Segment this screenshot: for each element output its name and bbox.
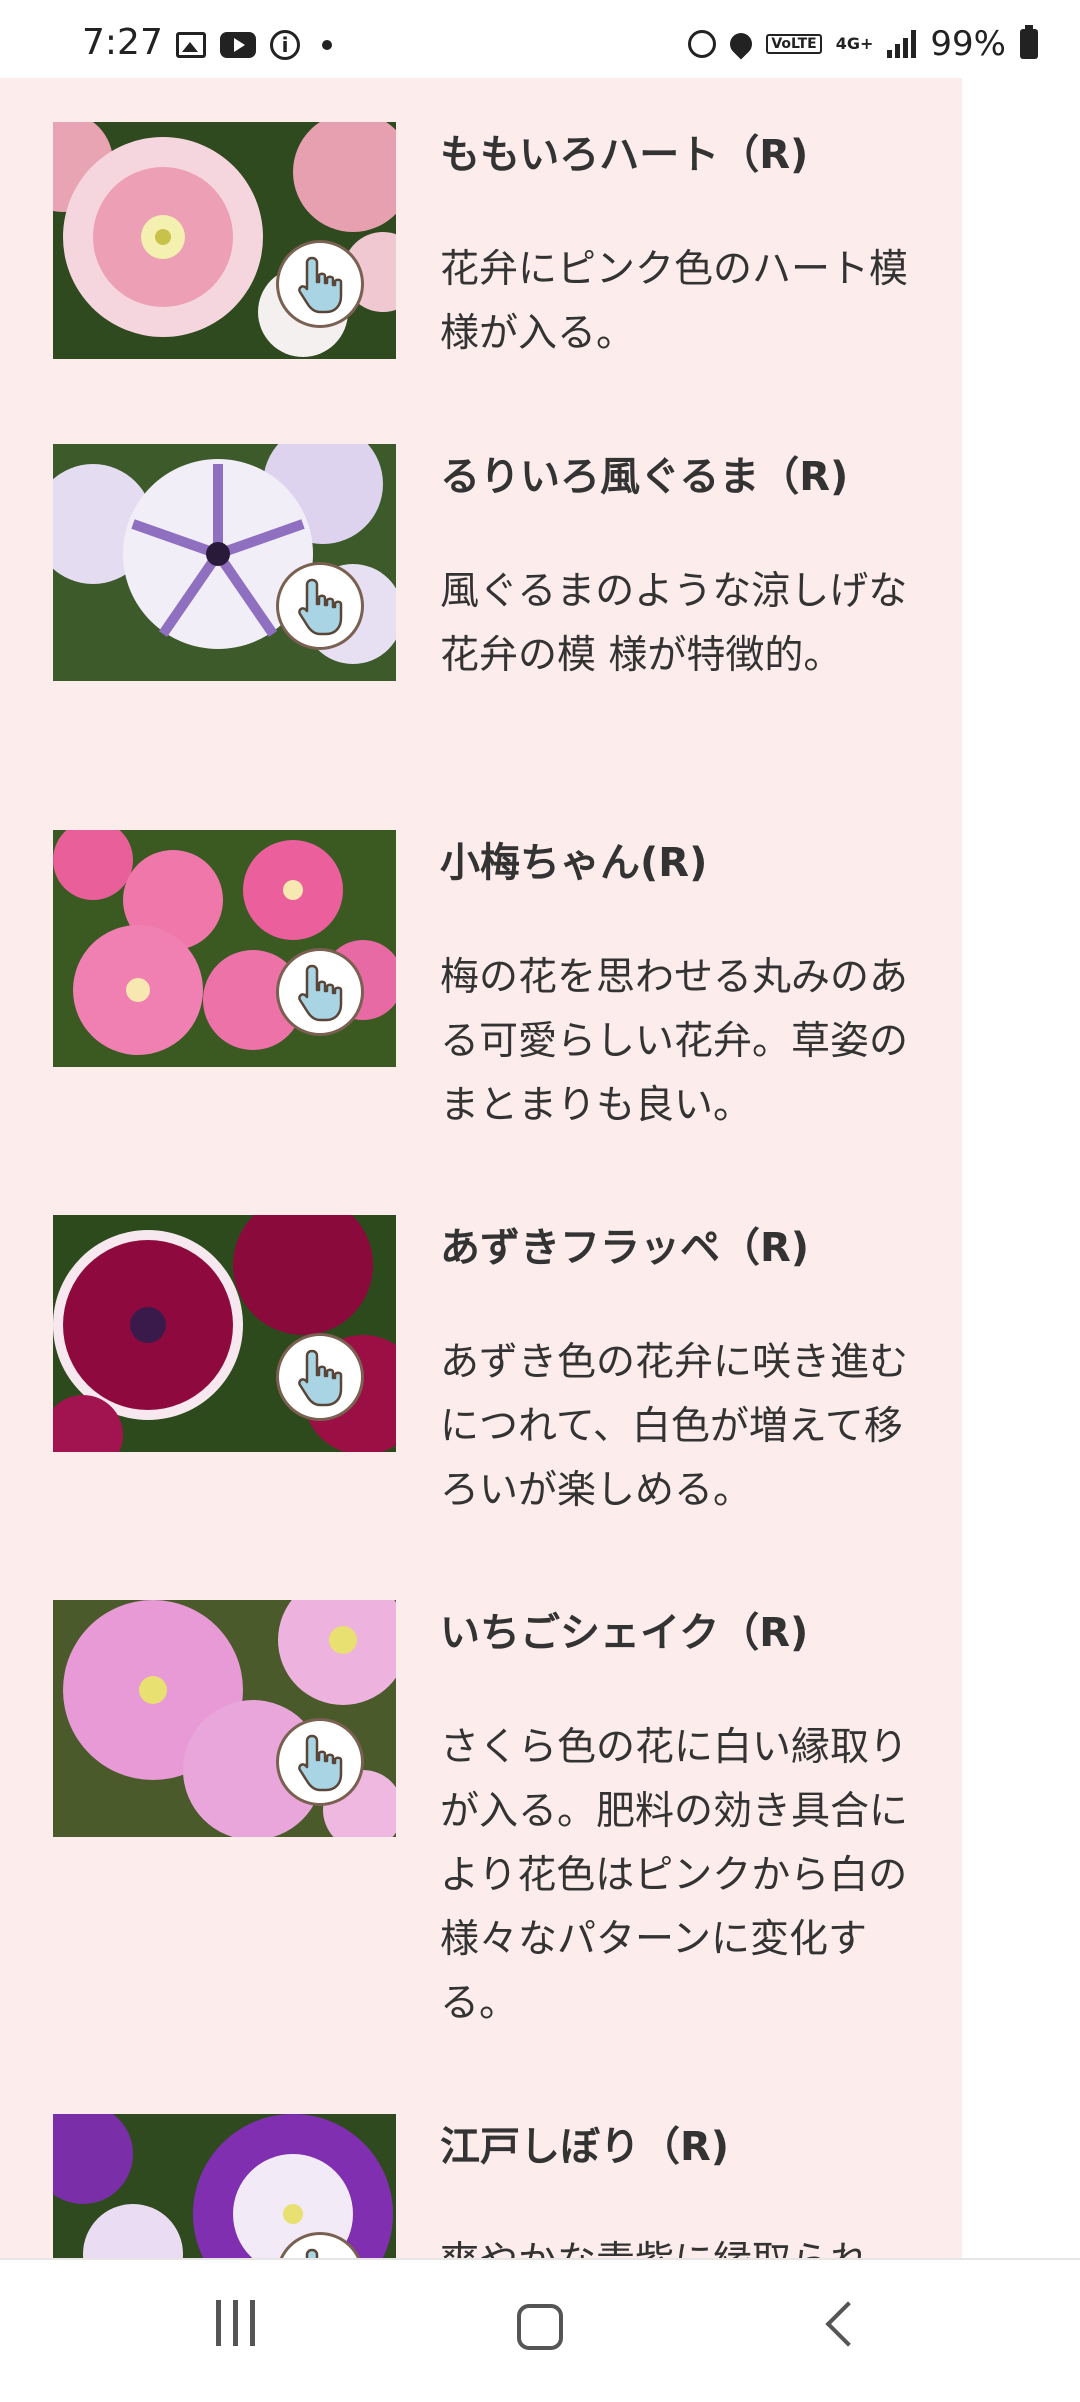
list-item[interactable]: 小梅ちゃん(R) 梅の花を思わせる丸みのある可愛らしい花弁。草姿のまとまりも良い… — [53, 830, 933, 1160]
dot-icon — [322, 40, 332, 50]
location-icon — [725, 28, 757, 60]
youtube-icon — [220, 32, 256, 58]
item-description: 風ぐるまのような涼しげな花弁の模 様が特徴的。 — [440, 569, 908, 678]
signal-icon — [887, 30, 917, 58]
list-item[interactable]: あずきフラッペ（R) あずき色の花弁に咲き進むにつれて、白色が増えて移ろいが楽し… — [53, 1215, 933, 1545]
flower-image[interactable] — [53, 1215, 396, 1452]
status-right-icons: VoLTE 4G+ 99% — [688, 24, 1038, 64]
status-left-icons: i — [176, 30, 332, 60]
item-description: あずき色の花弁に咲き進むにつれて、白色が増えて移ろいが楽しめる。 — [440, 1340, 909, 1513]
list-item[interactable]: 江戸しぼり（R) 爽やかな青紫に縁取られ — [53, 2114, 933, 2258]
item-description: 花弁にピンク色のハート模様が入る。 — [440, 247, 909, 356]
flower-image[interactable] — [53, 830, 396, 1067]
4g-icon: 4G+ — [835, 34, 874, 53]
photo-icon — [176, 32, 206, 58]
tap-hand-icon — [276, 562, 364, 650]
alarm-icon — [688, 30, 717, 58]
item-description: 爽やかな青紫に縁取られ — [440, 2230, 930, 2258]
item-title: ももいろハート（R) — [440, 132, 809, 178]
flower-image[interactable] — [53, 2114, 396, 2258]
tap-hand-icon — [276, 240, 364, 328]
status-time: 7:27 — [82, 22, 163, 63]
tap-hand-icon — [276, 1718, 364, 1806]
navigation-bar — [0, 2258, 1080, 2402]
item-description: 梅の花を思わせる丸みのある可愛らしい花弁。草姿のまとまりも良い。 — [440, 955, 909, 1128]
item-title: いちごシェイク（R) — [440, 1610, 809, 1656]
tap-hand-icon — [276, 948, 364, 1036]
list-item[interactable]: いちごシェイク（R) さくら色の花に白い縁取りが入る。肥料の効き具合により花色は… — [53, 1600, 933, 2060]
flower-image[interactable] — [53, 1600, 396, 1837]
home-button[interactable] — [517, 2304, 563, 2350]
list-item[interactable]: ももいろハート（R) 花弁にピンク色のハート模様が入る。 — [53, 122, 933, 422]
item-title: るりいろ風ぐるま（R) — [440, 454, 849, 500]
item-title: あずきフラッペ（R) — [440, 1225, 810, 1271]
flower-list[interactable]: ももいろハート（R) 花弁にピンク色のハート模様が入る。 るりいろ風ぐるま（R)… — [0, 78, 962, 2258]
item-description: さくら色の花に白い縁取りが入る。肥料の効き具合により花色はピンクから白の様々なパ… — [440, 1725, 909, 2026]
item-title: 小梅ちゃん(R) — [440, 840, 708, 886]
battery-percent: 99% — [930, 24, 1006, 64]
volte-icon: VoLTE — [766, 34, 822, 54]
list-item[interactable]: るりいろ風ぐるま（R) 風ぐるまのような涼しげな花弁の模 様が特徴的。 — [53, 444, 933, 774]
info-icon: i — [270, 30, 300, 60]
recent-apps-button[interactable] — [216, 2300, 255, 2346]
item-title: 江戸しぼり（R) — [440, 2124, 730, 2170]
battery-icon — [1020, 25, 1038, 59]
tap-hand-icon — [276, 1333, 364, 1421]
status-bar: 7:27 i VoLTE 4G+ 99% — [0, 0, 1080, 78]
back-button[interactable] — [825, 2301, 871, 2347]
flower-image[interactable] — [53, 444, 396, 681]
flower-image[interactable] — [53, 122, 396, 359]
